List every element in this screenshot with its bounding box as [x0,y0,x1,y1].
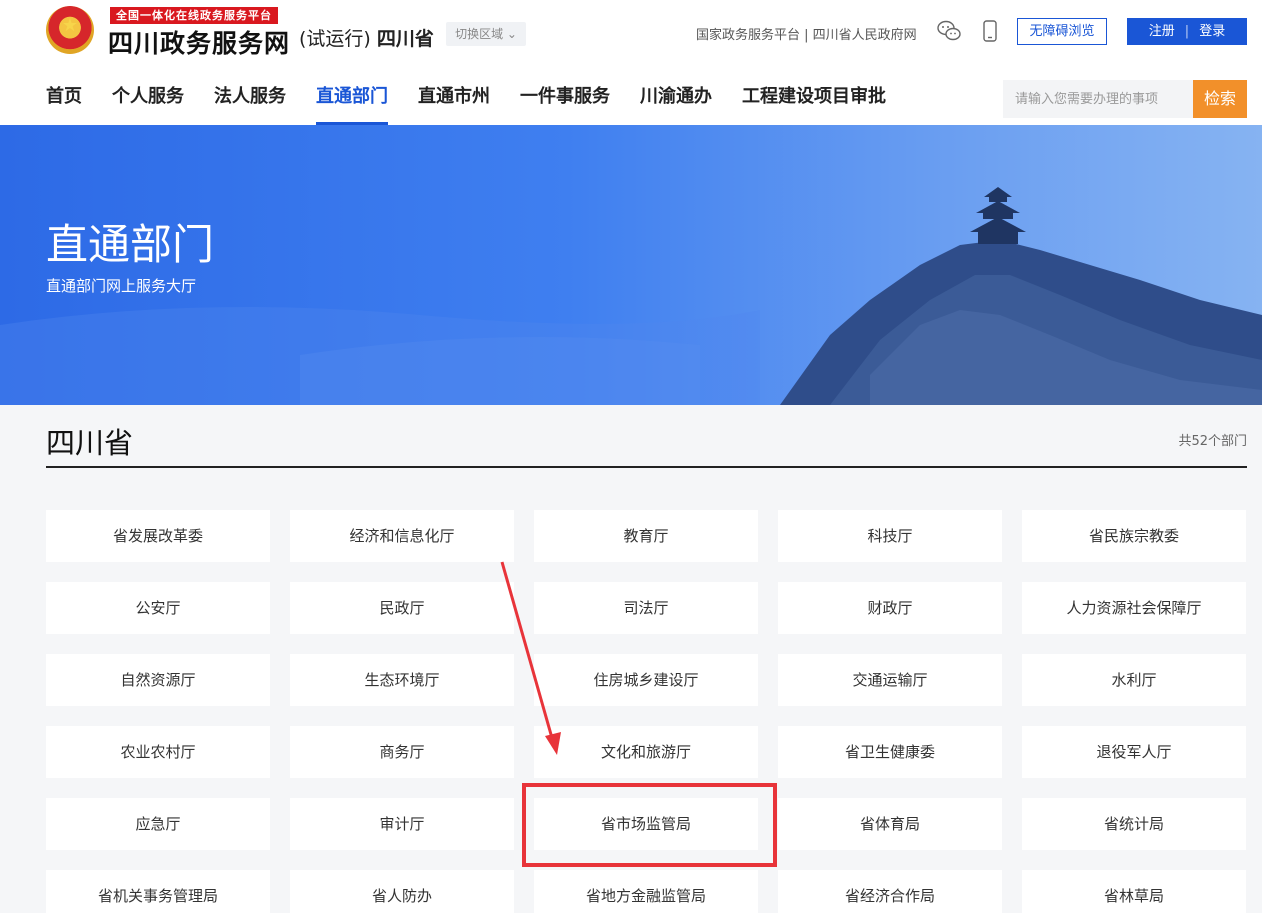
nav-item-home[interactable]: 首页 [46,68,82,125]
department-count: 共52个部门 [1178,434,1247,449]
header: 全国一体化在线政务服务平台 四川政务服务网 (试运行) 四川省 切换区域 ⌄ 国… [0,0,1262,125]
national-emblem-icon [46,6,94,54]
mobile-icon[interactable] [982,20,998,42]
login-button[interactable]: 登录 [1199,18,1225,45]
department-item[interactable]: 农业农村厅 [46,726,270,778]
department-item[interactable]: 省统计局 [1022,798,1246,850]
site-subtitle: (试运行) 四川省 [299,24,434,51]
department-item[interactable]: 省卫生健康委 [778,726,1002,778]
nav-item-chuanyu[interactable]: 川渝通办 [640,68,712,125]
auth-buttons: 注册 | 登录 [1127,18,1247,45]
department-item[interactable]: 生态环境厅 [290,654,514,706]
nav-item-one-thing[interactable]: 一件事服务 [520,68,610,125]
department-item[interactable]: 应急厅 [46,798,270,850]
department-item[interactable]: 司法厅 [534,582,758,634]
department-item[interactable]: 公安厅 [46,582,270,634]
section-divider [46,466,1247,468]
department-item[interactable]: 人力资源社会保障厅 [1022,582,1246,634]
department-item[interactable]: 财政厅 [778,582,1002,634]
site-name[interactable]: 四川政务服务网 [108,24,290,60]
search-input[interactable] [1003,80,1193,118]
department-item[interactable]: 交通运输厅 [778,654,1002,706]
department-item[interactable]: 省人防办 [290,870,514,913]
department-item[interactable]: 省经济合作局 [778,870,1002,913]
department-item[interactable]: 省体育局 [778,798,1002,850]
region-switch-button[interactable]: 切换区域 ⌄ [446,22,526,46]
top-links[interactable]: 国家政务服务平台 | 四川省人民政府网 [696,24,917,43]
main-nav: 首页 个人服务 法人服务 直通部门 直通市州 一件事服务 川渝通办 工程建设项目… [46,68,916,125]
nav-item-personal[interactable]: 个人服务 [112,68,184,125]
department-item[interactable]: 省发展改革委 [46,510,270,562]
register-button[interactable]: 注册 [1149,18,1175,45]
province-label: 四川省 [376,28,434,50]
department-item[interactable]: 审计厅 [290,798,514,850]
nav-item-departments[interactable]: 直通部门 [316,68,388,125]
department-item[interactable]: 民政厅 [290,582,514,634]
wechat-icon[interactable] [937,20,961,42]
department-item[interactable]: 住房城乡建设厅 [534,654,758,706]
search-button[interactable]: 检索 [1193,80,1247,118]
department-item[interactable]: 省民族宗教委 [1022,510,1246,562]
accessibility-button[interactable]: 无障碍浏览 [1017,18,1107,45]
department-item[interactable]: 水利厅 [1022,654,1246,706]
department-item[interactable]: 省地方金融监管局 [534,870,758,913]
department-item[interactable]: 省机关事务管理局 [46,870,270,913]
banner-title: 直通部门 [46,220,215,269]
department-item[interactable]: 文化和旅游厅 [534,726,758,778]
platform-badge: 全国一体化在线政务服务平台 [110,7,278,24]
trial-label: (试运行) [299,28,371,50]
department-item[interactable]: 商务厅 [290,726,514,778]
nav-item-construction[interactable]: 工程建设项目审批 [742,68,886,125]
department-item[interactable]: 经济和信息化厅 [290,510,514,562]
nav-item-legal-person[interactable]: 法人服务 [214,68,286,125]
banner-subtitle: 直通部门网上服务大厅 [46,277,197,295]
hero-banner: 直通部门 直通部门网上服务大厅 [0,125,1262,405]
department-item[interactable]: 教育厅 [534,510,758,562]
department-item[interactable]: 自然资源厅 [46,654,270,706]
section-title: 四川省 [46,426,134,460]
auth-divider: | [1184,24,1190,39]
nav-item-cities[interactable]: 直通市州 [418,68,490,125]
department-item[interactable]: 退役军人厅 [1022,726,1246,778]
department-item-market-supervision[interactable]: 省市场监管局 [534,798,758,850]
department-item[interactable]: 科技厅 [778,510,1002,562]
department-item[interactable]: 省林草局 [1022,870,1246,913]
department-grid: 省发展改革委 经济和信息化厅 教育厅 科技厅 省民族宗教委 公安厅 民政厅 司法… [46,510,1247,913]
